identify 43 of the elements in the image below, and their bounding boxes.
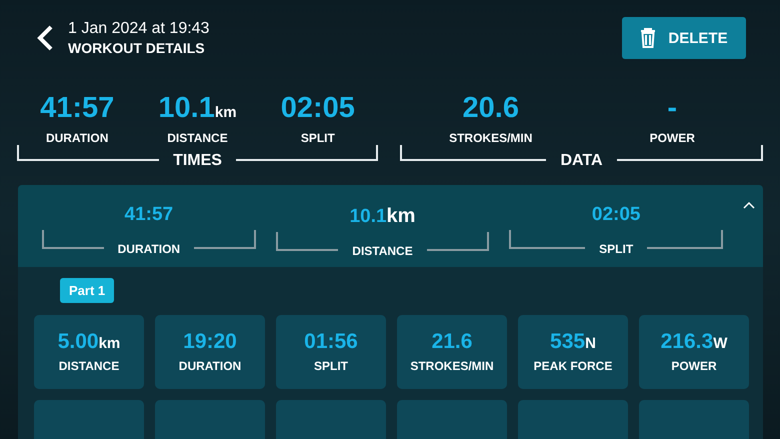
stat-value: 02:05: [592, 204, 640, 226]
stat-label: STROKES/MIN: [449, 130, 532, 145]
stat-value: 535N: [550, 330, 596, 354]
workout-date: 1 Jan 2024 at 19:43: [68, 20, 210, 38]
stat-value: 41:57: [40, 93, 114, 125]
stat-value: 19:20: [183, 330, 237, 354]
bracket-line: [42, 230, 104, 249]
part-badge[interactable]: Part 1: [60, 278, 114, 303]
stat-label: POWER: [671, 359, 717, 374]
stat-value: -: [667, 93, 678, 125]
stat-value: 216.3W: [660, 330, 728, 354]
delete-button[interactable]: DELETE: [622, 17, 746, 59]
stat-label: POWER: [650, 130, 695, 145]
stat-value: 5.00km: [58, 330, 120, 354]
collapse-button[interactable]: [743, 200, 756, 209]
bracket-line: [276, 232, 338, 251]
group-label: DISTANCE: [351, 244, 414, 258]
trash-icon: [640, 28, 656, 48]
stat-value: 02:05: [280, 93, 355, 125]
back-icon: [36, 25, 54, 51]
stat-label: SPLIT: [300, 130, 335, 145]
page-title: WORKOUT DETAILS: [68, 40, 206, 56]
bracket-line: [194, 230, 256, 249]
stat-label: PEAK FORCE: [534, 359, 612, 374]
back-button[interactable]: [36, 25, 54, 51]
stat-label: SPLIT: [314, 359, 348, 374]
stat-label: DURATION: [178, 359, 242, 374]
stat-label: DURATION: [46, 130, 108, 145]
stat-label: DISTANCE: [167, 130, 228, 145]
stat-value: 10.1km: [158, 93, 237, 125]
group-label: DATA: [559, 152, 604, 170]
stat-value: 01:56: [304, 330, 358, 354]
group-label: DURATION: [116, 242, 182, 256]
group-label: TIMES: [172, 152, 223, 170]
bracket-line: [426, 232, 490, 251]
stat-value: 20.6: [462, 93, 519, 125]
stat-value: 41:57: [124, 204, 174, 226]
caret-icon: [743, 200, 756, 209]
stat-value: 21.6: [432, 330, 472, 354]
stat-value: 10.1km: [350, 204, 416, 228]
group-label: SPLIT: [598, 242, 634, 256]
stat-label: STROKES/MIN: [410, 359, 494, 374]
stat-label: DISTANCE: [58, 359, 120, 374]
